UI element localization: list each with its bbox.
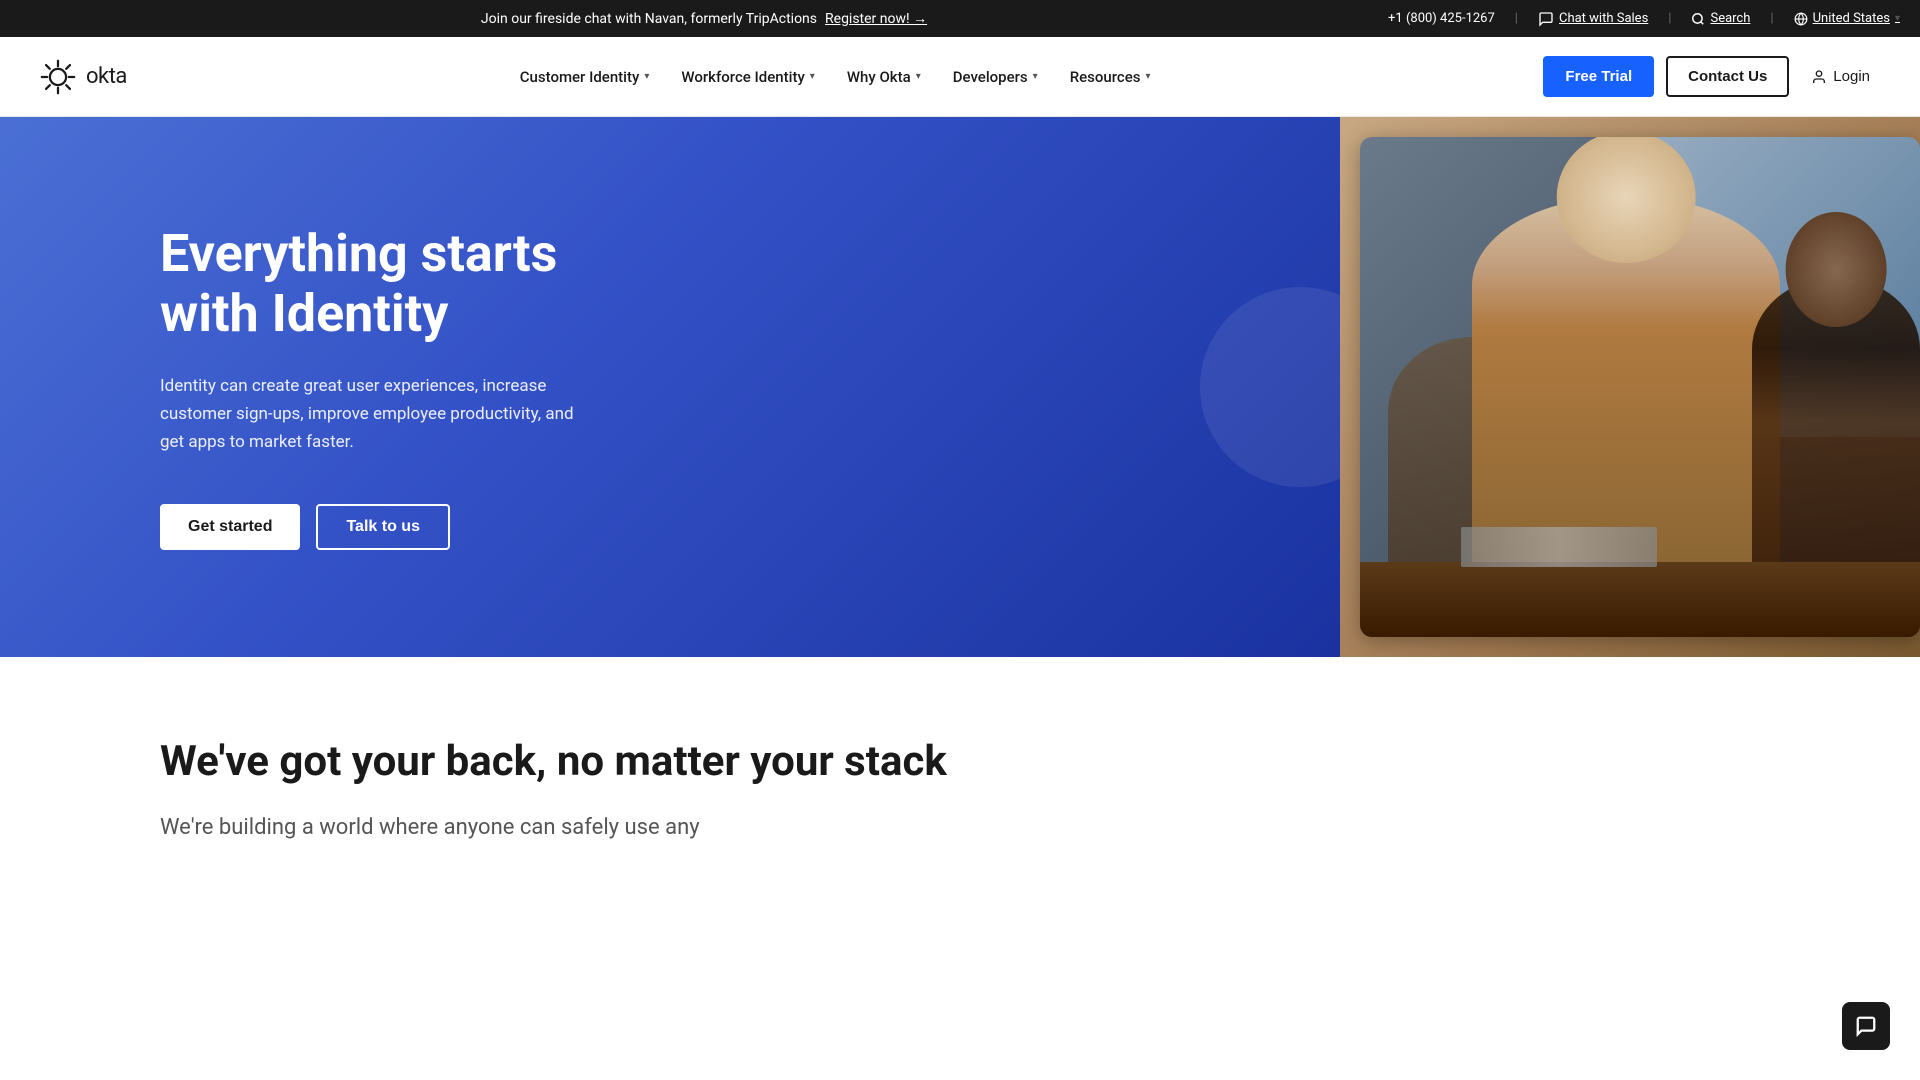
hero-buttons: Get started Talk to us	[160, 504, 1260, 550]
okta-logo[interactable]: okta	[40, 59, 127, 95]
developers-chevron-icon: ▾	[1033, 71, 1038, 82]
phone-number: +1 (800) 425-1267	[1388, 11, 1495, 26]
chat-label: Chat with Sales	[1559, 11, 1648, 26]
why-okta-chevron-icon: ▾	[916, 71, 921, 82]
stack-section: We've got your back, no matter your stac…	[0, 657, 1920, 885]
resources-chevron-icon: ▾	[1145, 71, 1150, 82]
okta-logo-symbol	[40, 59, 76, 95]
nav-workforce-identity[interactable]: Workforce Identity ▾	[667, 60, 828, 94]
hero-subtext: Identity can create great user experienc…	[160, 372, 580, 456]
chat-widget-icon	[1855, 1015, 1877, 1037]
region-chevron-icon: ▾	[1895, 13, 1900, 24]
region-selector[interactable]: United States ▾	[1794, 11, 1900, 26]
login-label: Login	[1833, 68, 1870, 85]
search-link[interactable]: Search	[1691, 11, 1750, 26]
nav-why-okta[interactable]: Why Okta ▾	[833, 60, 935, 94]
stack-subtext: We're building a world where anyone can …	[160, 810, 860, 845]
chat-bubble-icon	[1538, 11, 1554, 27]
hero-section: Everything starts with Identity Identity…	[0, 117, 1920, 657]
hero-image	[1360, 137, 1920, 637]
announcement-text: Join our fireside chat with Navan, forme…	[481, 11, 817, 27]
hero-left-panel: Everything starts with Identity Identity…	[0, 117, 1340, 657]
nav-developers[interactable]: Developers ▾	[939, 60, 1052, 94]
login-button[interactable]: Login	[1801, 60, 1880, 93]
nav-resources[interactable]: Resources ▾	[1056, 60, 1165, 94]
talk-to-us-button[interactable]: Talk to us	[316, 504, 450, 550]
hero-heading: Everything starts with Identity	[160, 224, 640, 344]
register-link[interactable]: Register now! →	[825, 10, 927, 27]
okta-logo-text: okta	[86, 64, 127, 89]
search-icon	[1691, 12, 1705, 26]
free-trial-button[interactable]: Free Trial	[1543, 56, 1654, 97]
contact-us-button[interactable]: Contact Us	[1666, 56, 1789, 97]
globe-icon	[1794, 12, 1808, 26]
stack-heading: We've got your back, no matter your stac…	[160, 737, 1760, 786]
nav-actions: Free Trial Contact Us Login	[1543, 56, 1880, 97]
region-label: United States	[1813, 11, 1890, 26]
chat-widget-button[interactable]	[1842, 1002, 1890, 1050]
nav-links: Customer Identity ▾ Workforce Identity ▾…	[506, 60, 1165, 94]
hero-right-panel	[1340, 117, 1920, 657]
workforce-identity-chevron-icon: ▾	[810, 71, 815, 82]
nav-customer-identity[interactable]: Customer Identity ▾	[506, 60, 664, 94]
chat-with-sales-link[interactable]: Chat with Sales	[1538, 11, 1648, 27]
main-navigation: okta Customer Identity ▾ Workforce Ident…	[0, 37, 1920, 117]
search-label: Search	[1710, 11, 1750, 26]
user-icon	[1811, 69, 1827, 85]
customer-identity-chevron-icon: ▾	[644, 71, 649, 82]
announcement-bar: Join our fireside chat with Navan, forme…	[0, 0, 1920, 37]
get-started-button[interactable]: Get started	[160, 504, 300, 550]
